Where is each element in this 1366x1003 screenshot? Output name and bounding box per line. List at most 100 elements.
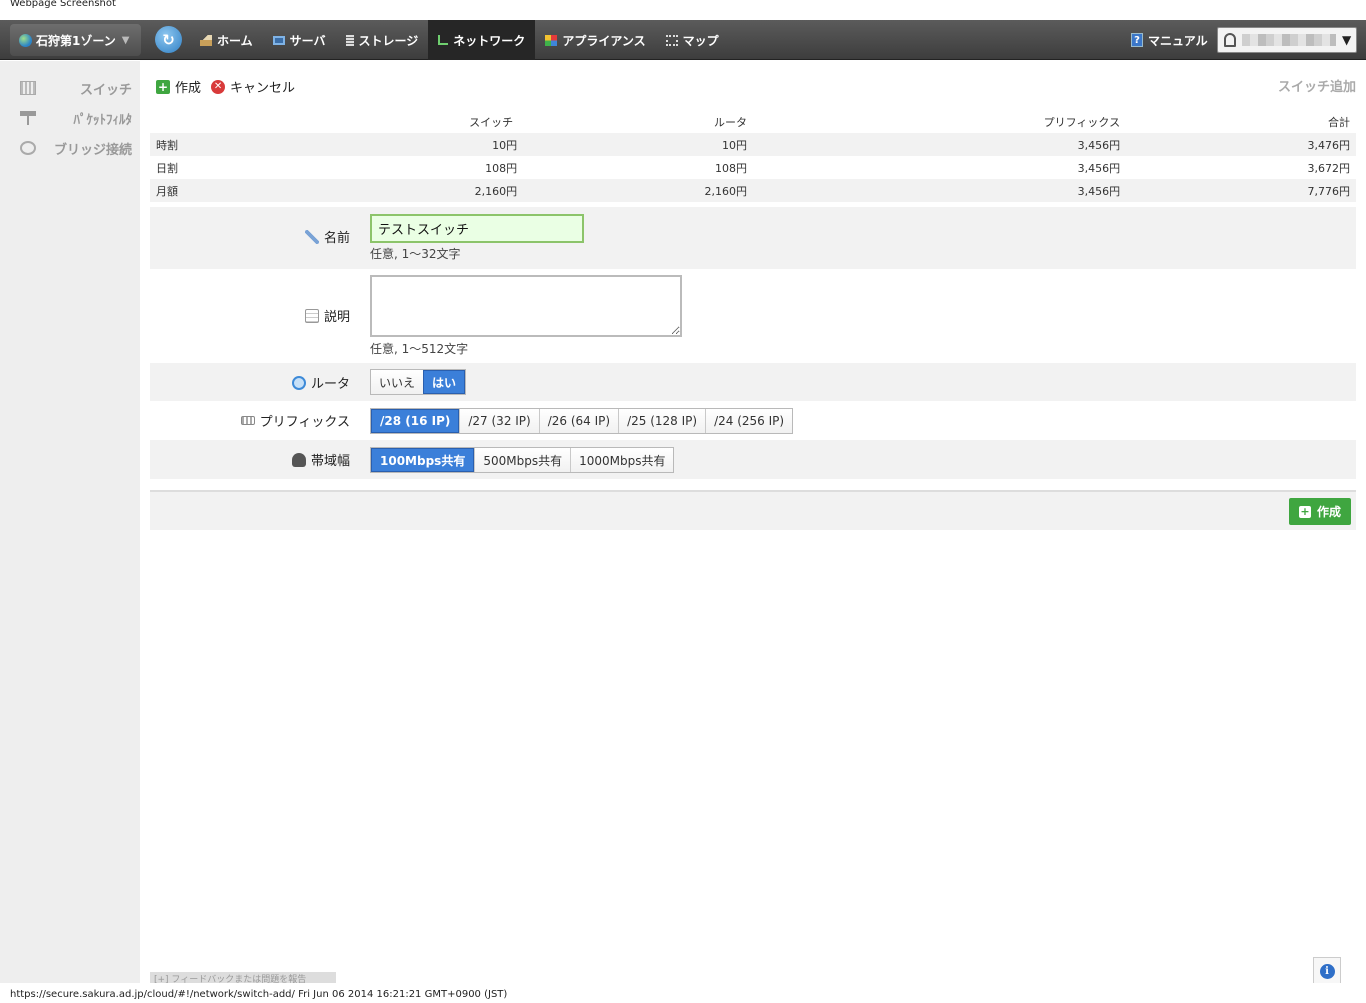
prefix-option-27[interactable]: /27 (32 IP): [459, 409, 539, 433]
price-header-prefix: プリフィックス: [1043, 116, 1121, 129]
sidebar-item-switch[interactable]: スイッチ: [20, 77, 132, 99]
page: Webpage Screenshot 石狩第1ゾーン ▼ ↻ ホーム サーバ ス…: [0, 0, 1366, 1003]
server-icon: [272, 35, 285, 45]
router-row: ルータ いいえ はい: [150, 363, 1356, 401]
create-button[interactable]: + 作成: [1289, 498, 1351, 525]
bandwidth-option-500[interactable]: 500Mbps共有: [474, 448, 571, 472]
manual-link[interactable]: ? マニュアル: [1131, 20, 1208, 60]
price-cell: 3,476円: [1126, 133, 1356, 156]
zone-label: 石狩第1ゾーン: [36, 33, 116, 48]
price-cell: 2,160円: [523, 179, 753, 202]
prefix-row: プリフィックス /28 (16 IP) /27 (32 IP) /26 (64 …: [150, 401, 1356, 440]
bandwidth-icon: [291, 452, 306, 467]
plus-icon: +: [156, 79, 170, 94]
price-cell: 3,456円: [752, 179, 1127, 202]
prefix-label: プリフィックス: [240, 411, 350, 430]
globe-icon: [19, 33, 32, 47]
sidebar-item-label: スイッチ: [79, 82, 132, 98]
zone-selector[interactable]: 石狩第1ゾーン ▼: [10, 24, 141, 56]
user-icon: [1224, 33, 1236, 47]
name-label: 名前: [304, 227, 350, 246]
table-row: 日割 108円 108円 3,456円 3,672円: [150, 156, 1356, 179]
ip-prefix-icon: [240, 416, 255, 425]
nav-map[interactable]: マップ: [656, 20, 729, 60]
bridge-icon: [20, 141, 36, 155]
name-label-text: 名前: [323, 231, 350, 246]
price-cell: 2,160円: [270, 179, 524, 202]
home-icon: [200, 34, 212, 46]
manual-label: マニュアル: [1148, 33, 1208, 48]
prefix-option-26[interactable]: /26 (64 IP): [538, 409, 619, 433]
name-input[interactable]: [370, 214, 584, 243]
info-button[interactable]: i: [1313, 957, 1341, 985]
info-icon: i: [1319, 963, 1335, 979]
create-action[interactable]: + 作成: [156, 77, 201, 96]
screenshot-title: Webpage Screenshot: [10, 0, 116, 9]
price-header-router: ルータ: [713, 116, 747, 129]
price-cell: 月額: [150, 179, 270, 202]
bandwidth-option-100[interactable]: 100Mbps共有: [371, 448, 475, 472]
price-cell: 10円: [270, 133, 524, 156]
router-label: ルータ: [291, 373, 350, 392]
bandwidth-option-1000[interactable]: 1000Mbps共有: [570, 448, 674, 472]
sidebar-item-packet-filter[interactable]: ﾊﾟｹｯﾄﾌｨﾙﾀ: [20, 107, 132, 129]
packet-filter-icon: [20, 111, 36, 125]
form-footer: + 作成: [150, 490, 1356, 530]
table-row: 時割 10円 10円 3,456円 3,476円: [150, 133, 1356, 156]
prefix-option-28[interactable]: /28 (16 IP): [371, 409, 460, 433]
help-icon: ?: [1131, 33, 1143, 47]
nav-appliance[interactable]: アプライアンス: [535, 20, 655, 60]
price-table: スイッチ ルータ プリフィックス 合計 時割 10円 10円 3,456円 3,…: [150, 111, 1356, 202]
user-menu[interactable]: ▼: [1217, 27, 1357, 53]
status-bar: https://secure.sakura.ad.jp/cloud/#!/net…: [0, 983, 1366, 1003]
router-toggle: いいえ はい: [370, 369, 467, 395]
nav-home-label: ホーム: [217, 33, 253, 48]
description-textarea[interactable]: [370, 275, 682, 337]
description-help: 任意, 1〜512文字: [370, 342, 469, 356]
price-cell: 3,456円: [752, 133, 1127, 156]
page-title: スイッチ追加: [1277, 80, 1356, 95]
price-cell: 108円: [714, 161, 747, 175]
storage-icon: [345, 34, 354, 46]
plus-icon: +: [1298, 505, 1311, 518]
notepad-icon: [304, 308, 319, 323]
prefix-option-24[interactable]: /24 (256 IP): [705, 409, 793, 433]
nav-server[interactable]: サーバ: [263, 20, 336, 60]
tag-icon: [304, 229, 319, 244]
prefix-label-text: プリフィックス: [259, 415, 350, 430]
sidebar-item-label: ﾊﾟｹｯﾄﾌｨﾙﾀ: [73, 112, 133, 128]
map-icon: [665, 34, 678, 46]
price-table-header: スイッチ ルータ プリフィックス 合計: [150, 111, 1356, 133]
bandwidth-label-text: 帯域幅: [310, 454, 350, 469]
refresh-button[interactable]: ↻: [155, 26, 182, 53]
router-option-yes[interactable]: はい: [423, 370, 466, 394]
price-cell: 7,776円: [1126, 179, 1356, 202]
name-row: 名前 任意, 1〜32文字: [150, 207, 1356, 269]
bandwidth-toggle: 100Mbps共有 500Mbps共有 1000Mbps共有: [370, 447, 675, 473]
prefix-option-25[interactable]: /25 (128 IP): [618, 409, 706, 433]
router-option-no[interactable]: いいえ: [371, 370, 424, 394]
router-label-text: ルータ: [310, 377, 350, 392]
nav-home[interactable]: ホーム: [190, 20, 263, 60]
price-cell: 日割: [156, 161, 178, 175]
description-row: 説明 任意, 1〜512文字: [150, 269, 1356, 363]
create-button-label: 作成: [1316, 505, 1341, 519]
nav-storage[interactable]: ストレージ: [336, 20, 429, 60]
description-label-text: 説明: [323, 310, 350, 325]
sidebar-item-label: ブリッジ接続: [53, 142, 132, 158]
appliance-icon: [545, 34, 558, 46]
cancel-icon: ✕: [211, 79, 226, 94]
price-cell: 3,456円: [1077, 161, 1121, 175]
network-icon: [438, 35, 449, 45]
price-cell: 108円: [485, 161, 518, 175]
cancel-action-label: キャンセル: [230, 81, 296, 96]
user-name-redacted: [1242, 34, 1336, 46]
sidebar: スイッチ ﾊﾟｹｯﾄﾌｨﾙﾀ ブリッジ接続: [0, 61, 140, 983]
nav-network[interactable]: ネットワーク: [428, 20, 536, 60]
sidebar-item-bridge[interactable]: ブリッジ接続: [20, 137, 132, 159]
price-cell: 3,672円: [1307, 161, 1351, 175]
cancel-action[interactable]: ✕ キャンセル: [211, 77, 295, 96]
description-label: 説明: [304, 306, 350, 325]
refresh-icon: ↻: [162, 30, 175, 49]
name-help: 任意, 1〜32文字: [370, 247, 461, 261]
